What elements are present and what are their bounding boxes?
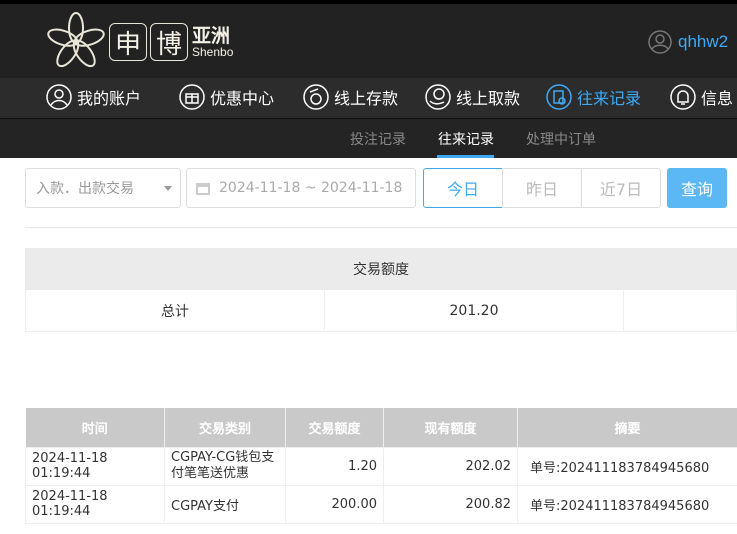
divider bbox=[25, 227, 737, 228]
yesterday-button[interactable]: 昨日 bbox=[502, 168, 582, 208]
deposit-icon bbox=[303, 84, 329, 110]
logo-char-2: 博 bbox=[150, 23, 188, 61]
logo-char-1: 申 bbox=[109, 23, 147, 61]
sub-nav: 投注记录 往来记录 处理中订单 bbox=[0, 119, 737, 158]
table-row: 2024-11-18 01:19:44 CGPAY支付 200.00 200.8… bbox=[25, 484, 737, 524]
transaction-type-select[interactable]: 入款．出款交易 bbox=[25, 168, 181, 208]
nav-messages[interactable]: 信息 bbox=[670, 84, 733, 110]
calendar-icon bbox=[196, 183, 210, 195]
col-summary: 摘要 bbox=[517, 408, 737, 447]
flower-logo-icon bbox=[47, 12, 105, 68]
nav-records[interactable]: 往来记录 bbox=[546, 84, 641, 110]
logo-cn: 亚洲 bbox=[192, 24, 231, 47]
user-circle-icon bbox=[648, 30, 672, 54]
last-7-days-button[interactable]: 近7日 bbox=[581, 168, 661, 208]
user-icon bbox=[46, 84, 72, 110]
nav-deposit[interactable]: 线上存款 bbox=[303, 84, 398, 110]
logo[interactable]: 申 博 亚洲 Shenbo bbox=[46, 12, 233, 72]
summary-header: 交易额度 bbox=[25, 248, 737, 290]
table-row: 2024-11-18 01:19:44 CGPAY-CG钱包支付笔笔送优惠 1.… bbox=[25, 446, 737, 486]
header: 申 博 亚洲 Shenbo qhhw2 bbox=[0, 4, 737, 78]
gift-icon bbox=[179, 84, 205, 110]
nav-withdraw[interactable]: 线上取款 bbox=[425, 84, 520, 110]
nav-promotions[interactable]: 优惠中心 bbox=[179, 84, 274, 110]
withdraw-icon bbox=[425, 84, 451, 110]
summary-table: 交易额度 总计 201.20 bbox=[25, 248, 737, 332]
today-button[interactable]: 今日 bbox=[423, 168, 503, 208]
chevron-down-icon bbox=[164, 186, 172, 191]
records-icon bbox=[546, 84, 572, 110]
summary-value: 201.20 bbox=[325, 290, 624, 331]
col-time: 时间 bbox=[25, 408, 165, 447]
active-tab-indicator bbox=[437, 155, 494, 158]
user-menu[interactable]: qhhw2 bbox=[648, 30, 728, 54]
summary-label: 总计 bbox=[26, 290, 325, 331]
search-button[interactable]: 查询 bbox=[667, 168, 727, 208]
bell-icon bbox=[670, 84, 696, 110]
tab-transaction-records[interactable]: 往来记录 bbox=[438, 129, 494, 149]
nav-my-account[interactable]: 我的账户 bbox=[46, 84, 141, 110]
tab-bet-records[interactable]: 投注记录 bbox=[350, 129, 406, 149]
transactions-table: 时间 交易类别 交易额度 现有额度 摘要 2024-11-18 01:19:44… bbox=[25, 408, 737, 524]
logo-en: Shenbo bbox=[192, 44, 234, 59]
username: qhhw2 bbox=[678, 32, 729, 51]
main-nav: 我的账户 优惠中心 线上存款 线上取款 往来记录 信息 bbox=[0, 78, 737, 119]
col-balance: 现有额度 bbox=[383, 408, 518, 447]
col-amount: 交易额度 bbox=[285, 408, 384, 447]
date-range-input[interactable]: 2024-11-18 ~ 2024-11-18 bbox=[186, 168, 416, 208]
col-type: 交易类别 bbox=[164, 408, 286, 447]
filter-bar: 入款．出款交易 2024-11-18 ~ 2024-11-18 今日 昨日 近7… bbox=[25, 168, 727, 208]
tab-pending-orders[interactable]: 处理中订单 bbox=[526, 129, 596, 149]
